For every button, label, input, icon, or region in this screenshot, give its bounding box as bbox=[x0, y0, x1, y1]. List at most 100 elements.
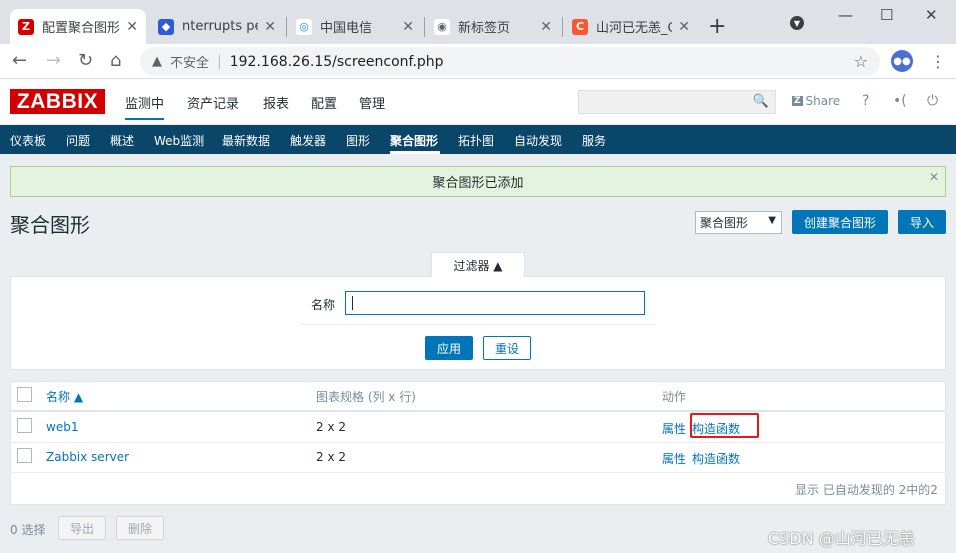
share-label: Share bbox=[805, 94, 841, 108]
properties-link[interactable]: 属性 bbox=[662, 420, 686, 437]
submenu-maps[interactable]: 拓扑图 bbox=[458, 132, 494, 149]
menu-reports[interactable]: 报表 bbox=[263, 93, 289, 112]
screen-dimension: 2 x 2 bbox=[316, 450, 346, 464]
newtab-favicon-icon: ◉ bbox=[434, 18, 450, 35]
column-header-dimension: 图表规格 (列 x 行) bbox=[316, 390, 416, 404]
properties-link[interactable]: 属性 bbox=[662, 450, 686, 467]
success-message-text: 聚合图形已添加 bbox=[432, 176, 524, 191]
row-divider bbox=[11, 472, 945, 473]
chevron-down-icon: ▼ bbox=[768, 215, 776, 226]
submenu-problems[interactable]: 问题 bbox=[66, 132, 90, 149]
help-icon[interactable]: ? bbox=[862, 93, 869, 109]
csdn-watermark: CSDN @山河已无恙 bbox=[768, 529, 915, 548]
address-bar[interactable]: ▲ 不安全 | 192.168.26.15/screenconf.php ☆ bbox=[140, 47, 880, 76]
screen-dimension: 2 x 2 bbox=[316, 420, 346, 434]
row-checkbox[interactable] bbox=[17, 418, 32, 433]
submenu-screens[interactable]: 聚合图形 bbox=[390, 132, 438, 149]
submenu-discovery[interactable]: 自动发现 bbox=[514, 132, 562, 149]
menu-administration[interactable]: 管理 bbox=[359, 93, 385, 112]
insecure-label: 不安全 bbox=[170, 56, 210, 71]
browser-tab-4[interactable]: C 山河已无恙_C ✕ bbox=[564, 9, 698, 44]
menu-monitoring[interactable]: 监测中 bbox=[125, 93, 165, 120]
new-tab-icon[interactable]: + bbox=[708, 14, 726, 39]
zabbix-favicon-icon: Z bbox=[18, 18, 34, 35]
page-title: 聚合图形 bbox=[10, 213, 90, 237]
baidu-favicon-icon: ◆ bbox=[158, 18, 174, 35]
share-link[interactable]: Z Share bbox=[792, 94, 840, 108]
close-tab-icon[interactable]: ✕ bbox=[264, 19, 276, 35]
column-header-name[interactable]: 名称 ▲ bbox=[46, 388, 83, 405]
select-all-checkbox[interactable] bbox=[17, 387, 32, 402]
zabbix-logo[interactable]: ZABBIX bbox=[10, 89, 105, 114]
tab-search-icon[interactable]: ▼ bbox=[790, 16, 804, 30]
submenu-latest-data[interactable]: 最新数据 bbox=[222, 132, 270, 149]
telecom-favicon-icon: ◎ bbox=[296, 18, 312, 35]
tab-title: 山河已无恙_C bbox=[596, 21, 673, 36]
tab-title: 新标签页 bbox=[458, 21, 511, 36]
export-button[interactable]: 导出 bbox=[58, 516, 106, 540]
screen-name-link[interactable]: Zabbix server bbox=[46, 450, 129, 464]
tab-divider bbox=[286, 17, 287, 37]
apply-button[interactable]: 应用 bbox=[425, 336, 473, 360]
close-tab-icon[interactable]: ✕ bbox=[540, 19, 552, 35]
create-screen-button[interactable]: 创建聚合图形 bbox=[792, 210, 888, 234]
back-icon[interactable]: ← bbox=[12, 50, 27, 71]
close-tab-icon[interactable]: ✕ bbox=[678, 19, 690, 35]
home-icon[interactable]: ⌂ bbox=[110, 50, 121, 71]
browser-toolbar: ← → ↻ ⌂ ▲ 不安全 | 192.168.26.15/screenconf… bbox=[0, 44, 956, 79]
success-message: 聚合图形已添加 ✕ bbox=[10, 166, 946, 197]
active-submenu-indicator bbox=[390, 151, 440, 154]
browser-tab-1[interactable]: ◆ nterrupts per ✕ bbox=[150, 9, 284, 44]
minimize-icon[interactable]: — bbox=[838, 6, 853, 24]
close-icon[interactable]: ✕ bbox=[929, 170, 939, 184]
profile-avatar-icon[interactable]: ●● bbox=[891, 50, 913, 72]
sub-navigation: 仪表板 问题 概述 Web监测 最新数据 触发器 图形 聚合图形 拓扑图 自动发… bbox=[0, 125, 956, 154]
column-header-actions: 动作 bbox=[662, 390, 687, 404]
global-search-input[interactable]: 🔍 bbox=[578, 90, 776, 114]
tab-title: 中国电信 bbox=[320, 21, 373, 36]
submenu-graphs[interactable]: 图形 bbox=[346, 132, 370, 149]
zabbix-header: ZABBIX 监测中 资产记录 报表 配置 管理 🔍 Z Share ? •( … bbox=[0, 79, 956, 125]
filter-tab[interactable]: 过滤器 ▲ bbox=[431, 252, 525, 277]
close-tab-icon[interactable]: ✕ bbox=[126, 19, 138, 35]
browser-tab-0[interactable]: Z 配置聚合图形 ✕ bbox=[10, 9, 146, 44]
forward-icon[interactable]: → bbox=[46, 50, 61, 71]
select-value: 聚合图形 bbox=[700, 216, 749, 230]
constructor-link[interactable]: 构造函数 bbox=[692, 450, 740, 467]
logout-icon[interactable]: ⏻ bbox=[927, 93, 938, 109]
submenu-web[interactable]: Web监测 bbox=[154, 132, 204, 149]
filter-name-input[interactable] bbox=[345, 291, 645, 315]
submenu-overview[interactable]: 概述 bbox=[110, 132, 134, 149]
screen-type-select[interactable]: 聚合图形 ▼ bbox=[695, 211, 782, 234]
close-window-icon[interactable]: ✕ bbox=[925, 6, 938, 24]
browser-tab-3[interactable]: ◉ 新标签页 ✕ bbox=[426, 9, 560, 44]
warning-icon[interactable]: ▲ bbox=[152, 54, 162, 69]
row-checkbox[interactable] bbox=[17, 448, 32, 463]
reset-button[interactable]: 重设 bbox=[483, 336, 531, 360]
maximize-icon[interactable]: ☐ bbox=[880, 6, 893, 24]
tab-title: nterrupts per bbox=[182, 19, 258, 34]
url-text[interactable]: 192.168.26.15/screenconf.php bbox=[230, 54, 444, 70]
submenu-dashboard[interactable]: 仪表板 bbox=[10, 132, 46, 149]
close-tab-icon[interactable]: ✕ bbox=[402, 19, 414, 35]
header-divider bbox=[11, 410, 945, 412]
delete-button[interactable]: 删除 bbox=[116, 516, 164, 540]
screen-name-link[interactable]: web1 bbox=[46, 420, 78, 434]
menu-inventory[interactable]: 资产记录 bbox=[187, 93, 239, 112]
user-profile-icon[interactable]: •( bbox=[893, 93, 907, 109]
filter-name-label: 名称 bbox=[311, 298, 336, 312]
bookmark-star-icon[interactable]: ☆ bbox=[854, 52, 868, 71]
tab-divider bbox=[562, 17, 563, 37]
reload-icon[interactable]: ↻ bbox=[78, 50, 93, 71]
import-button[interactable]: 导入 bbox=[898, 210, 946, 234]
submenu-triggers[interactable]: 触发器 bbox=[290, 132, 326, 149]
selected-count: 0 选择 bbox=[10, 523, 46, 537]
browser-tab-2[interactable]: ◎ 中国电信 ✕ bbox=[288, 9, 422, 44]
omnibox-divider: | bbox=[217, 53, 222, 70]
row-divider bbox=[11, 442, 945, 443]
highlight-annotation bbox=[690, 413, 759, 438]
menu-configuration[interactable]: 配置 bbox=[311, 93, 337, 112]
browser-menu-icon[interactable]: ⋮ bbox=[930, 52, 946, 71]
search-icon[interactable]: 🔍 bbox=[753, 94, 769, 109]
submenu-services[interactable]: 服务 bbox=[582, 132, 606, 149]
